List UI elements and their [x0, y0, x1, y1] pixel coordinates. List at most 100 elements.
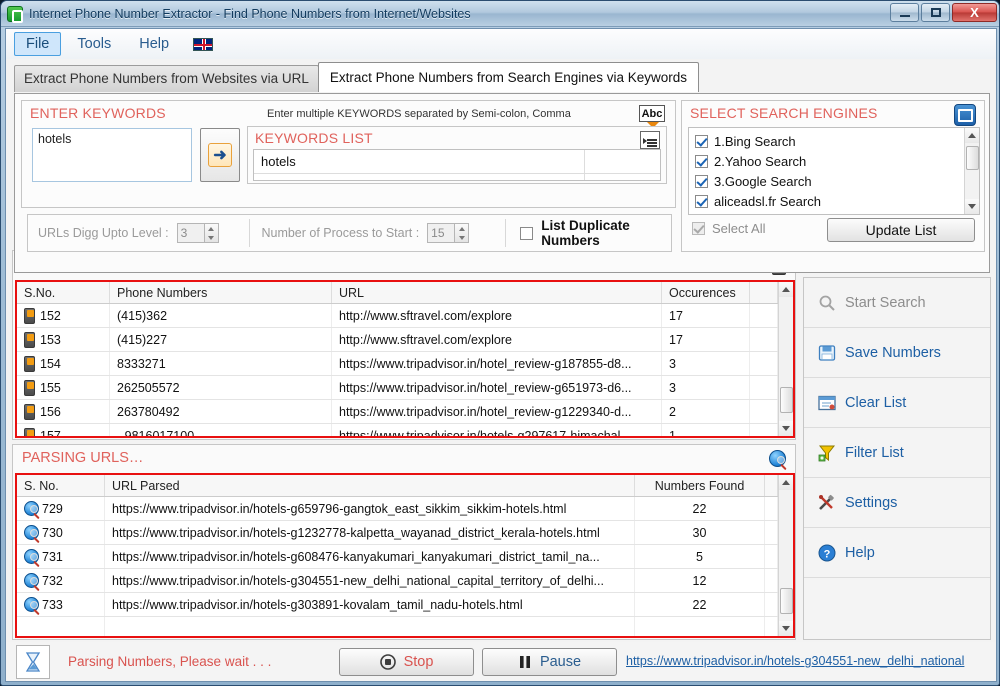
column-header-sno[interactable]: S.No.: [17, 282, 110, 303]
cell-spacer: [750, 352, 778, 375]
parsing-grid-scrollbar[interactable]: [778, 475, 793, 636]
cell-phone: - 9816017100: [110, 424, 332, 436]
maximize-button[interactable]: [921, 3, 950, 22]
cell-occurences: 3: [662, 352, 750, 375]
stop-button[interactable]: Stop: [339, 648, 474, 676]
sidebar-item-save-numbers[interactable]: Save Numbers: [804, 328, 990, 378]
scroll-down-icon[interactable]: [779, 621, 793, 636]
scroll-down-icon[interactable]: [965, 199, 979, 214]
pause-button[interactable]: Pause: [482, 648, 617, 676]
cell-sno-value: 154: [40, 357, 61, 371]
list-duplicate-checkbox[interactable]: [520, 227, 533, 240]
search-engine-item-aliceadsl[interactable]: aliceadsl.fr Search: [689, 191, 963, 211]
update-list-button[interactable]: Update List: [827, 218, 975, 242]
scrollbar-thumb[interactable]: [780, 387, 793, 413]
globe-search-icon[interactable]: [769, 450, 786, 467]
cell-sno: 732: [17, 569, 105, 592]
sidebar-item-label: Save Numbers: [845, 345, 941, 361]
table-row[interactable]: 156263780492https://www.tripadvisor.in/h…: [17, 400, 778, 424]
table-row[interactable]: 729https://www.tripadvisor.in/hotels-g65…: [17, 497, 778, 521]
cell-sno: 153: [17, 328, 110, 351]
menu-item-file[interactable]: File: [14, 32, 61, 56]
scrollbar-thumb[interactable]: [780, 588, 793, 614]
process-count-stepper[interactable]: 15: [427, 223, 469, 243]
keyword-input[interactable]: hotels: [32, 128, 192, 182]
scrollbar-thumb[interactable]: [966, 146, 979, 170]
tab-search-engines-via-keywords[interactable]: Extract Phone Numbers from Search Engine…: [318, 62, 699, 92]
column-header-url-parsed[interactable]: URL Parsed: [105, 475, 635, 496]
table-row[interactable]: 1548333271https://www.tripadvisor.in/hot…: [17, 352, 778, 376]
search-engines-scrollbar[interactable]: [964, 128, 979, 214]
select-all-group[interactable]: Select All: [692, 221, 765, 236]
scroll-up-icon[interactable]: [779, 282, 793, 297]
keywords-list[interactable]: hotels: [253, 149, 661, 181]
list-duplicate-group[interactable]: List Duplicate Numbers: [506, 218, 671, 248]
spin-down-icon[interactable]: [459, 236, 465, 240]
extracted-numbers-grid[interactable]: S.No. Phone Numbers URL Occurences 152(4…: [15, 280, 795, 438]
table-row[interactable]: 157- 9816017100https://www.tripadvisor.i…: [17, 424, 778, 436]
dig-level-value[interactable]: 3: [177, 223, 205, 243]
sidebar-item-clear-list[interactable]: Clear List: [804, 378, 990, 428]
table-row[interactable]: 733https://www.tripadvisor.in/hotels-g30…: [17, 593, 778, 617]
column-header-sno[interactable]: S. No.: [17, 475, 105, 496]
current-url-link[interactable]: https://www.tripadvisor.in/hotels-g30455…: [626, 654, 964, 668]
table-row[interactable]: 155262505572https://www.tripadvisor.in/h…: [17, 376, 778, 400]
tab-websites-via-url[interactable]: Extract Phone Numbers from Websites via …: [14, 65, 319, 92]
cell-spacer: [750, 376, 778, 399]
abc-icon[interactable]: Abc: [639, 105, 665, 122]
spin-up-icon[interactable]: [459, 227, 465, 231]
extracted-grid-scrollbar[interactable]: [778, 282, 793, 436]
cell-numbers-found: 22: [635, 593, 765, 616]
search-engines-list[interactable]: 1.Bing Search 2.Yahoo Search 3.Google Se…: [688, 127, 980, 215]
process-count-value[interactable]: 15: [427, 223, 455, 243]
scroll-up-icon[interactable]: [779, 475, 793, 490]
search-engine-item-yahoo[interactable]: 2.Yahoo Search: [689, 151, 963, 171]
minimize-button[interactable]: [890, 3, 919, 22]
search-engine-checkbox[interactable]: [695, 135, 708, 148]
dig-level-stepper[interactable]: 3: [177, 223, 219, 243]
clear-list-icon: [818, 394, 836, 412]
sidebar-item-start-search[interactable]: Start Search: [804, 278, 990, 328]
column-header-numbers-found[interactable]: Numbers Found: [635, 475, 765, 496]
sidebar-item-label: Help: [845, 545, 875, 561]
close-button[interactable]: X: [952, 3, 997, 22]
dig-level-spin-buttons[interactable]: [205, 223, 219, 243]
search-engine-item-bing[interactable]: 1.Bing Search: [689, 131, 963, 151]
select-all-checkbox[interactable]: [692, 222, 705, 235]
sidebar-item-settings[interactable]: Settings: [804, 478, 990, 528]
cell-sno-value: 729: [42, 502, 63, 516]
add-keyword-button[interactable]: ➜: [200, 128, 240, 182]
keywords-list-item[interactable]: hotels: [254, 150, 660, 174]
spin-up-icon[interactable]: [208, 227, 214, 231]
menu-item-help[interactable]: Help: [127, 32, 181, 56]
cell-spacer: [750, 304, 778, 327]
cell-sno: 152: [17, 304, 110, 327]
spin-down-icon[interactable]: [208, 236, 214, 240]
table-row[interactable]: 731https://www.tripadvisor.in/hotels-g60…: [17, 545, 778, 569]
bottom-bar: Parsing Numbers, Please wait . . . Stop …: [6, 642, 996, 681]
column-header-phone[interactable]: Phone Numbers: [110, 282, 332, 303]
search-engine-checkbox[interactable]: [695, 155, 708, 168]
search-engine-checkbox[interactable]: [695, 195, 708, 208]
search-engine-item-google[interactable]: 3.Google Search: [689, 171, 963, 191]
menu-item-tools[interactable]: Tools: [65, 32, 123, 56]
keywords-list-item-empty[interactable]: [254, 174, 660, 181]
uk-flag-icon[interactable]: [193, 38, 213, 51]
search-engine-checkbox[interactable]: [695, 175, 708, 188]
scroll-up-icon[interactable]: [965, 128, 979, 143]
process-count-spin-buttons[interactable]: [455, 223, 469, 243]
column-header-url[interactable]: URL: [332, 282, 662, 303]
table-row[interactable]: 730https://www.tripadvisor.in/hotels-g12…: [17, 521, 778, 545]
search-engines-expand-icon[interactable]: [954, 104, 976, 126]
sidebar-item-filter-list[interactable]: Filter List: [804, 428, 990, 478]
mobile-phone-icon: [24, 428, 35, 437]
keywords-list-options-icon[interactable]: [640, 131, 660, 149]
sidebar-item-help[interactable]: ? Help: [804, 528, 990, 578]
scroll-down-icon[interactable]: [779, 421, 793, 436]
table-row[interactable]: 153(415)227http://www.sftravel.com/explo…: [17, 328, 778, 352]
table-row[interactable]: 732https://www.tripadvisor.in/hotels-g30…: [17, 569, 778, 593]
column-header-occurences[interactable]: Occurences: [662, 282, 750, 303]
parsing-urls-grid[interactable]: S. No. URL Parsed Numbers Found 729https…: [15, 473, 795, 638]
table-row[interactable]: 152(415)362http://www.sftravel.com/explo…: [17, 304, 778, 328]
cell-phone: (415)362: [110, 304, 332, 327]
